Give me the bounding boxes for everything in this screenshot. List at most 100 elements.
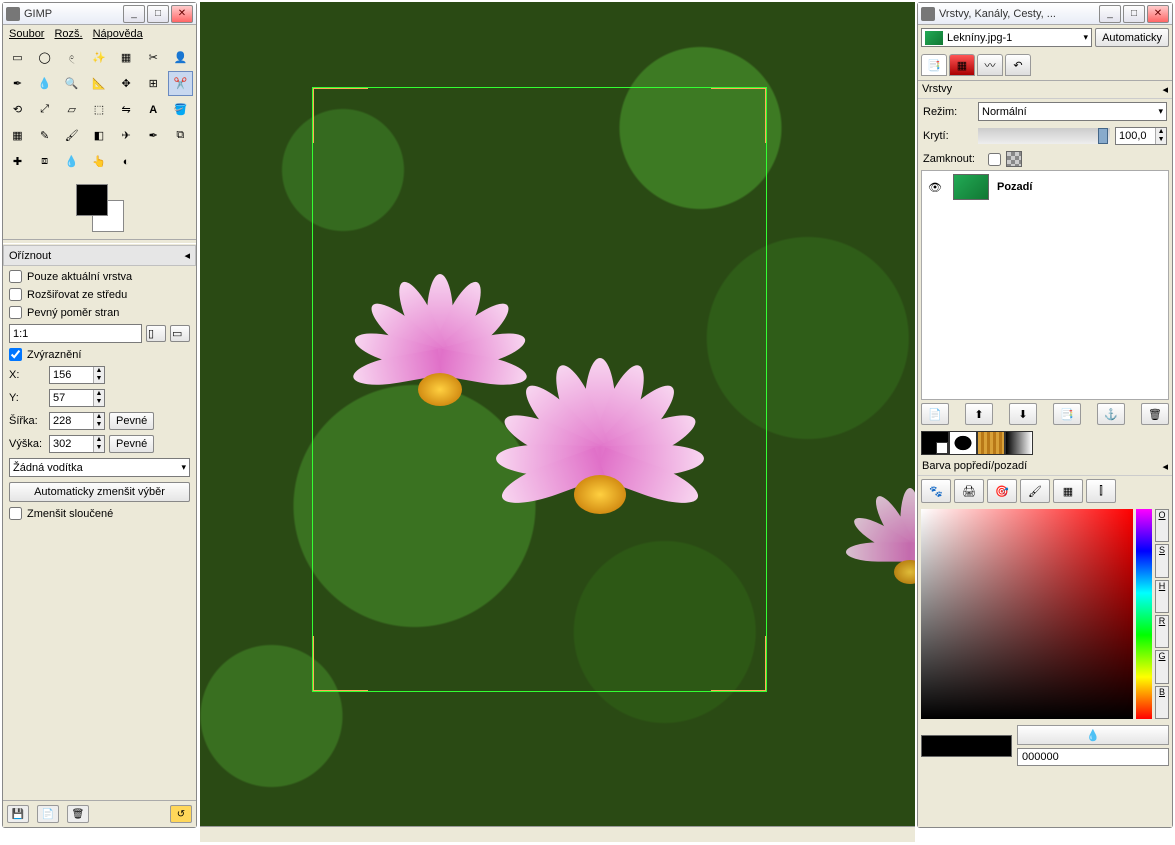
dodge-burn-tool[interactable]: ◐	[114, 149, 139, 174]
raise-layer-button[interactable]: ⬆	[965, 403, 993, 425]
scissors-tool[interactable]: ✂	[141, 45, 166, 70]
clone-tool[interactable]: ⧉	[168, 123, 193, 148]
fg-color[interactable]	[76, 184, 108, 216]
reset-options-button[interactable]: ↺	[170, 805, 192, 823]
scale-tool[interactable]: ⤢	[32, 97, 57, 122]
color-preview[interactable]	[921, 735, 1012, 757]
blur-tool[interactable]: 💧	[59, 149, 84, 174]
swatch-pattern[interactable]	[977, 431, 1005, 455]
opt-highlight[interactable]: Zvýraznění	[9, 348, 190, 361]
lasso-tool[interactable]: 𓏲	[59, 45, 84, 70]
bucket-fill-tool[interactable]: 🪣	[168, 97, 193, 122]
foreground-select-tool[interactable]: 👤	[168, 45, 193, 70]
autoshrink-button[interactable]: Automaticky zmenšit výběr	[9, 482, 190, 502]
close-button[interactable]: ✕	[1147, 5, 1169, 23]
pencil-tool[interactable]: ✎	[32, 123, 57, 148]
crop-handle-tr[interactable]	[711, 88, 766, 143]
menu-help[interactable]: Nápověda	[93, 28, 143, 40]
color-select-tool[interactable]: ▦	[114, 45, 139, 70]
swatch-fgbg[interactable]	[921, 431, 949, 455]
lower-layer-button[interactable]: ⬇	[1009, 403, 1037, 425]
restore-options-button[interactable]: 📄	[37, 805, 59, 823]
minimize-button[interactable]: _	[123, 5, 145, 23]
image-selector[interactable]: Lekníny.jpg-1 ▾	[921, 28, 1092, 47]
crop-rectangle[interactable]	[312, 87, 767, 692]
hex-input[interactable]	[1017, 748, 1169, 766]
crop-handle-bl[interactable]	[313, 636, 368, 691]
tab-paths[interactable]: 〰	[977, 54, 1003, 76]
tab-channels[interactable]: ▦	[949, 54, 975, 76]
text-tool[interactable]: A	[141, 97, 166, 122]
aspect-input[interactable]: 1:1	[9, 324, 142, 343]
auto-button[interactable]: Automaticky	[1095, 28, 1169, 47]
rotate-tool[interactable]: ⟲	[5, 97, 30, 122]
anchor-layer-button[interactable]: ⚓	[1097, 403, 1125, 425]
lock-pixels[interactable]	[988, 153, 1001, 166]
swatch-gradient[interactable]	[1005, 431, 1033, 455]
hue-slider[interactable]	[1136, 509, 1152, 719]
perspective-tool[interactable]: ⬚	[86, 97, 111, 122]
delete-options-button[interactable]: 🗑	[67, 805, 89, 823]
opt-expand-center[interactable]: Rozšiřovat ze středu	[9, 288, 190, 301]
scales-selector[interactable]: ⫿	[1086, 479, 1116, 503]
toolbox-titlebar[interactable]: GIMP _ □ ✕	[3, 3, 196, 25]
new-layer-button[interactable]: 📄	[921, 403, 949, 425]
opt-fixed-aspect[interactable]: Pevný poměr stran	[9, 306, 190, 319]
gimp-color-selector[interactable]: 🐾	[921, 479, 951, 503]
cmyk-selector[interactable]: 🖨	[954, 479, 984, 503]
guides-combo[interactable]: Žádná vodítka▾	[9, 458, 190, 477]
width-input[interactable]: ▲▼	[49, 412, 105, 430]
triangle-selector[interactable]: 🎯	[987, 479, 1017, 503]
swatch-brush[interactable]	[949, 431, 977, 455]
layers-menu-icon[interactable]: ◂	[1162, 83, 1168, 96]
layer-row[interactable]: 👁 Pozadí	[922, 171, 1168, 203]
opt-shrink-merged[interactable]: Zmenšit sloučené	[9, 507, 190, 520]
chan-r[interactable]: R	[1155, 615, 1169, 648]
image-canvas[interactable]	[200, 2, 915, 842]
x-input[interactable]: ▲▼	[49, 366, 105, 384]
tab-undo[interactable]: ↶	[1005, 54, 1031, 76]
zoom-tool[interactable]: 🔍	[59, 71, 84, 96]
crop-handle-br[interactable]	[711, 636, 766, 691]
menu-ext[interactable]: Rozš.	[54, 28, 82, 40]
blend-tool[interactable]: ▦	[5, 123, 30, 148]
layer-list[interactable]: 👁 Pozadí	[921, 170, 1169, 400]
opacity-input[interactable]: ▲▼	[1115, 127, 1167, 145]
menu-file[interactable]: Soubor	[9, 28, 44, 40]
height-input[interactable]: ▲▼	[49, 435, 105, 453]
rect-select-tool[interactable]: ▭	[5, 45, 30, 70]
delete-layer-button[interactable]: 🗑	[1141, 403, 1169, 425]
crop-tool[interactable]: ✂️	[168, 71, 193, 96]
blend-mode-combo[interactable]: Normální▾	[978, 102, 1167, 121]
align-tool[interactable]: ⊞	[141, 71, 166, 96]
smudge-tool[interactable]: 👆	[86, 149, 111, 174]
dock-titlebar[interactable]: Vrstvy, Kanály, Cesty, ... _ □ ✕	[918, 3, 1172, 25]
ink-tool[interactable]: ✒	[141, 123, 166, 148]
chan-b[interactable]: B	[1155, 686, 1169, 719]
perspective-clone-tool[interactable]: ⧈	[32, 149, 57, 174]
opt-current-layer[interactable]: Pouze aktuální vrstva	[9, 270, 190, 283]
tab-layers[interactable]: 📑	[921, 54, 947, 76]
chan-h[interactable]: H	[1155, 580, 1169, 613]
eraser-tool[interactable]: ◧	[86, 123, 111, 148]
layer-name[interactable]: Pozadí	[997, 181, 1032, 193]
options-menu-icon[interactable]: ◂	[184, 249, 190, 262]
shear-tool[interactable]: ▱	[59, 97, 84, 122]
paintbrush-tool[interactable]: 🖌	[59, 123, 84, 148]
crop-handle-tl[interactable]	[313, 88, 368, 143]
save-options-button[interactable]: 💾	[7, 805, 29, 823]
height-fixed-button[interactable]: Pevné	[109, 435, 154, 453]
y-input[interactable]: ▲▼	[49, 389, 105, 407]
chan-g[interactable]: G	[1155, 650, 1169, 683]
width-fixed-button[interactable]: Pevné	[109, 412, 154, 430]
eyedropper-button[interactable]: 💧	[1017, 725, 1169, 745]
minimize-button[interactable]: _	[1099, 5, 1121, 23]
palette-selector[interactable]: ▦	[1053, 479, 1083, 503]
measure-tool[interactable]: 📐	[86, 71, 111, 96]
sv-picker[interactable]	[921, 509, 1133, 719]
opacity-slider[interactable]	[978, 128, 1110, 144]
chan-o[interactable]: O	[1155, 509, 1169, 542]
airbrush-tool[interactable]: ✈	[114, 123, 139, 148]
flip-tool[interactable]: ⇋	[114, 97, 139, 122]
duplicate-layer-button[interactable]: 📑	[1053, 403, 1081, 425]
